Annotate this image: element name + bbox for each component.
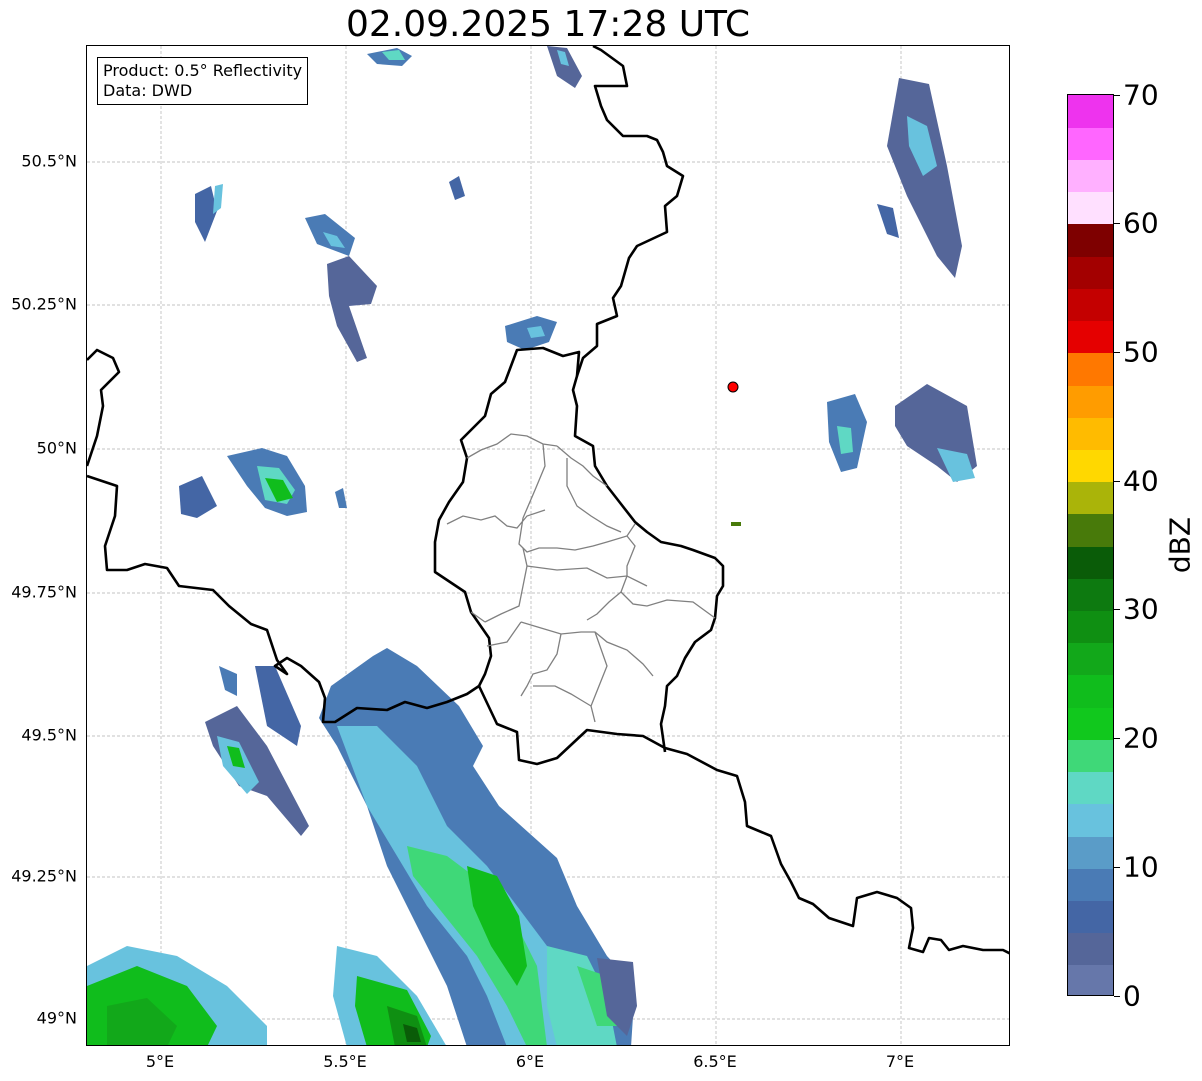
colorbar-segment bbox=[1068, 417, 1113, 450]
border-lux bbox=[433, 346, 725, 753]
colorbar-segment bbox=[1068, 384, 1113, 418]
colorbar-segment bbox=[1068, 642, 1113, 676]
colorbar-label: 70 bbox=[1123, 78, 1159, 112]
colorbar-label: 50 bbox=[1123, 335, 1159, 369]
colorbar-label: 60 bbox=[1123, 206, 1159, 240]
lat-label: 49.75°N bbox=[11, 582, 77, 602]
colorbar bbox=[1067, 94, 1114, 996]
echo-cell bbox=[255, 666, 301, 746]
district-line bbox=[520, 621, 654, 677]
district-line bbox=[526, 565, 648, 587]
echo-cell bbox=[327, 256, 377, 362]
colorbar-segment bbox=[1068, 739, 1113, 773]
echo-cell bbox=[887, 78, 962, 278]
colorbar-tick bbox=[1114, 223, 1120, 224]
colorbar-segment bbox=[1068, 127, 1113, 161]
colorbar-unit-label: dBZ bbox=[1163, 516, 1197, 574]
echo-cell bbox=[449, 176, 465, 200]
colorbar-segment bbox=[1068, 191, 1113, 225]
colorbar-segment bbox=[1068, 835, 1113, 869]
lon-label: 7°E bbox=[885, 1052, 915, 1071]
border-de-be bbox=[575, 46, 685, 377]
colorbar-segment bbox=[1068, 868, 1113, 901]
lat-label: 49.25°N bbox=[11, 866, 77, 886]
colorbar-segment bbox=[1068, 932, 1113, 966]
colorbar-segment bbox=[1068, 95, 1113, 128]
colorbar-segment bbox=[1068, 159, 1113, 193]
product-info-box: Product: 0.5° Reflectivity Data: DWD bbox=[97, 57, 309, 105]
colorbar-label: 10 bbox=[1123, 850, 1159, 884]
echo-cell bbox=[877, 204, 899, 238]
district-line bbox=[446, 509, 546, 529]
colorbar-segment bbox=[1068, 771, 1113, 805]
colorbar-segment bbox=[1068, 964, 1113, 995]
colorbar-segment bbox=[1068, 610, 1113, 644]
district-line bbox=[620, 591, 716, 619]
echo-cell bbox=[335, 488, 347, 508]
district-line bbox=[556, 445, 608, 487]
lat-label: 50.5°N bbox=[21, 151, 77, 171]
echo-cell bbox=[195, 186, 217, 242]
national-borders bbox=[87, 46, 1009, 955]
colorbar-segment bbox=[1068, 352, 1113, 386]
lon-label: 5°E bbox=[145, 1052, 175, 1071]
colorbar-segment bbox=[1068, 320, 1113, 354]
colorbar-segment bbox=[1068, 546, 1113, 579]
colorbar-segment bbox=[1068, 578, 1113, 612]
product-label: Product: 0.5° Reflectivity bbox=[103, 61, 303, 80]
echo-cell bbox=[179, 476, 217, 518]
lat-label: 50.25°N bbox=[11, 294, 77, 314]
colorbar-segment bbox=[1068, 223, 1113, 257]
district-line bbox=[484, 547, 528, 623]
colorbar-segment bbox=[1068, 288, 1113, 322]
colorbar-label: 20 bbox=[1123, 721, 1159, 755]
radar-map[interactable] bbox=[86, 45, 1010, 1046]
colorbar-label: 40 bbox=[1123, 464, 1159, 498]
district-line bbox=[590, 631, 608, 723]
lon-label: 5.5°E bbox=[323, 1052, 367, 1071]
colorbar-tick bbox=[1114, 481, 1120, 482]
colorbar-segment bbox=[1068, 513, 1113, 547]
district-line bbox=[486, 621, 522, 647]
map-title: 02.09.2025 17:28 UTC bbox=[345, 4, 751, 45]
colorbar-tick bbox=[1114, 352, 1120, 353]
colorbar-label: 0 bbox=[1123, 979, 1141, 1013]
colorbar-segment bbox=[1068, 449, 1113, 483]
colorbar-label: 30 bbox=[1123, 592, 1159, 626]
data-source-label: Data: DWD bbox=[103, 81, 193, 100]
colorbar-tick bbox=[1114, 609, 1120, 610]
map-canvas bbox=[87, 46, 1009, 1045]
echo-cell bbox=[213, 184, 223, 214]
colorbar-segment bbox=[1068, 481, 1113, 515]
lat-label: 49°N bbox=[36, 1008, 77, 1028]
colorbar-segment bbox=[1068, 803, 1113, 837]
radar-location-marker bbox=[727, 381, 739, 393]
district-line bbox=[533, 685, 592, 707]
colorbar-segment bbox=[1068, 707, 1113, 740]
colorbar-tick bbox=[1114, 867, 1120, 868]
echo-cell bbox=[731, 522, 741, 526]
echo-cell bbox=[219, 666, 237, 696]
colorbar-segment bbox=[1068, 900, 1113, 934]
colorbar-segment bbox=[1068, 674, 1113, 708]
colorbar-tick bbox=[1114, 738, 1120, 739]
colorbar-tick bbox=[1114, 95, 1120, 96]
lon-label: 6°E bbox=[515, 1052, 545, 1071]
radar-echoes bbox=[87, 46, 977, 1045]
lon-label: 6.5°E bbox=[693, 1052, 737, 1071]
lat-label: 49.5°N bbox=[21, 725, 77, 745]
lat-label: 50°N bbox=[36, 438, 77, 458]
border-be-nl bbox=[87, 348, 121, 467]
colorbar-tick bbox=[1114, 996, 1120, 997]
colorbar-segment bbox=[1068, 256, 1113, 289]
